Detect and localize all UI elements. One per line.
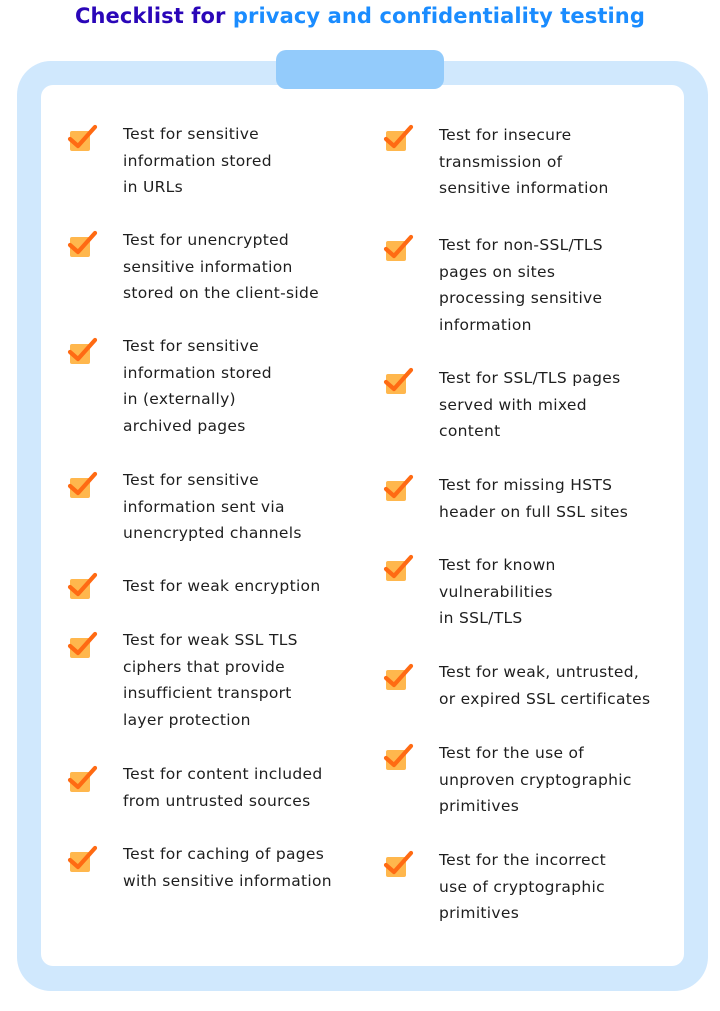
checklist-item-label: Test for known vulnerabilities in SSL/TL…: [439, 556, 556, 627]
checked-box-icon: [67, 630, 99, 660]
checked-box-icon: [67, 844, 99, 874]
checked-box-icon: [383, 742, 415, 772]
checklist-item-label: Test for insecure transmission of sensit…: [439, 126, 609, 197]
checked-box-icon: [67, 229, 99, 259]
checked-box-icon: [383, 233, 415, 263]
checked-box-icon: [383, 553, 415, 583]
checklist-item-label: Test for sensitive information sent via …: [123, 471, 302, 542]
checked-box-icon: [383, 849, 415, 879]
checklist-item-label: Test for unencrypted sensitive informati…: [123, 231, 319, 302]
checklist-item-label: Test for sensitive information stored in…: [123, 125, 272, 196]
checklist-item-label: Test for weak encryption: [123, 577, 321, 595]
title-part-accent: privacy and confidentiality testing: [232, 4, 645, 28]
checked-box-icon: [67, 470, 99, 500]
checklist-item-label: Test for sensitive information stored in…: [123, 337, 272, 435]
checklist-item-label: Test for weak, untrusted, or expired SSL…: [439, 663, 651, 708]
checklist-item-label: Test for the incorrect use of cryptograp…: [439, 851, 607, 922]
checklist-item-label: Test for non-SSL/TLS pages on sites proc…: [439, 236, 603, 334]
checked-box-icon: [67, 764, 99, 794]
page-title: Checklist for privacy and confidentialit…: [0, 4, 720, 28]
checklist-item-label: Test for weak SSL TLS ciphers that provi…: [123, 631, 298, 729]
checklist-item-label: Test for caching of pages with sensitive…: [123, 845, 332, 890]
checked-box-icon: [383, 366, 415, 396]
checklist-item-label: Test for SSL/TLS pages served with mixed…: [439, 369, 621, 440]
checked-box-icon: [383, 473, 415, 503]
checked-box-icon: [67, 123, 99, 153]
checklist-item-label: Test for content included from untrusted…: [123, 765, 323, 810]
checklist-item-label: Test for the use of unproven cryptograph…: [439, 744, 632, 815]
checked-box-icon: [383, 662, 415, 692]
title-part-dark: Checklist for: [75, 4, 226, 28]
clipboard-clip: [276, 50, 444, 89]
checked-box-icon: [67, 336, 99, 366]
checked-box-icon: [383, 123, 415, 153]
checklist-item-label: Test for missing HSTS header on full SSL…: [439, 476, 629, 521]
checked-box-icon: [67, 571, 99, 601]
